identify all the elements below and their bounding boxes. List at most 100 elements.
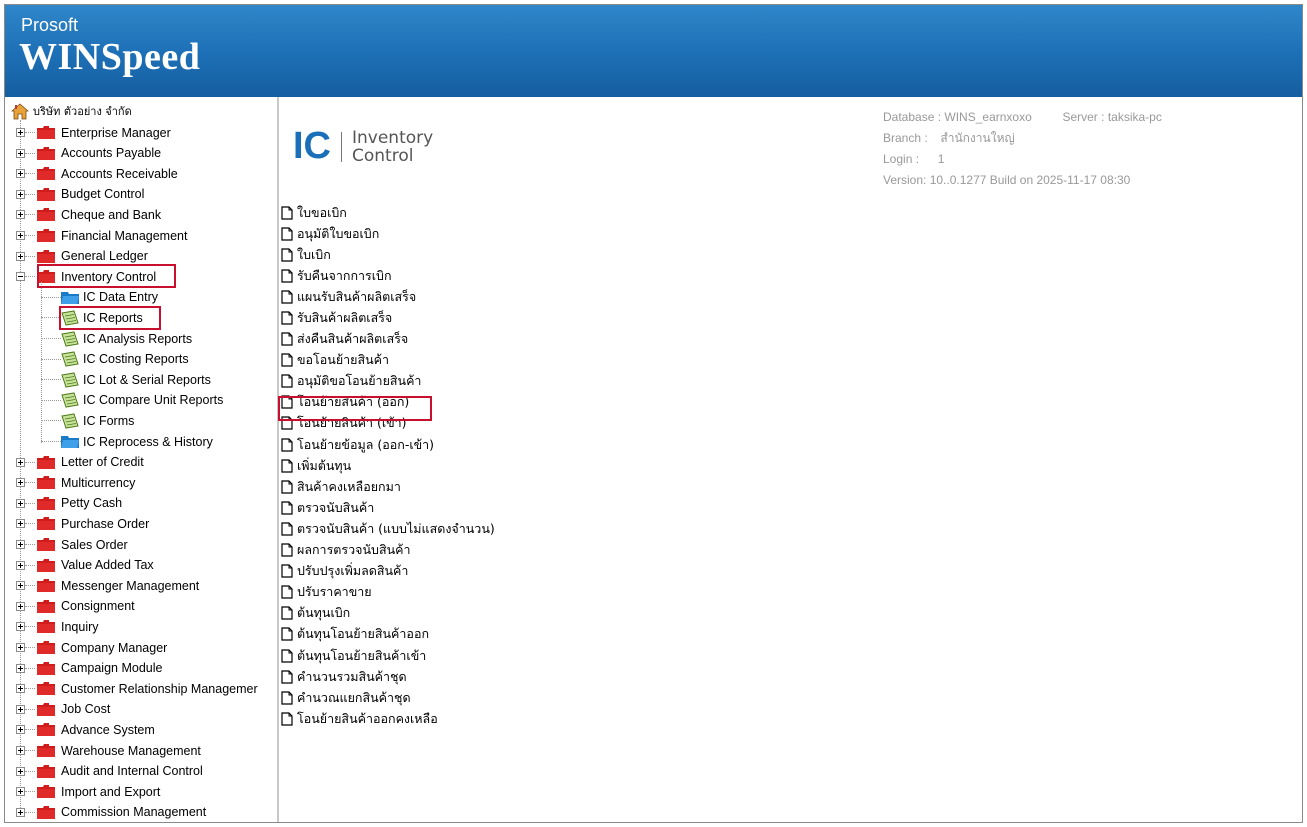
tree-item-sales-order[interactable]: Sales Order xyxy=(16,535,128,554)
collapse-icon[interactable] xyxy=(16,272,25,282)
folder-icon xyxy=(37,579,55,593)
expand-icon[interactable] xyxy=(16,643,25,652)
tree-item-ic-lot-and-serial-reports[interactable]: IC Lot & Serial Reports xyxy=(41,370,211,389)
database-row: Database : WINS_earnxoxo Server : taksik… xyxy=(883,107,1162,128)
expand-icon[interactable] xyxy=(16,684,25,694)
tree-item-label: Petty Cash xyxy=(61,496,123,511)
expand-icon[interactable] xyxy=(16,169,25,179)
tree-item-ic-costing-reports[interactable]: IC Costing Reports xyxy=(41,350,189,369)
document-item[interactable]: ปรับปรุงเพิ่มลดสินค้า xyxy=(281,561,495,582)
document-item[interactable]: รับสินค้าผลิตเสร็จ xyxy=(281,307,495,328)
expand-icon[interactable] xyxy=(16,704,25,714)
tree-item-label: Sales Order xyxy=(61,537,128,552)
document-item[interactable]: ตรวจนับสินค้า (แบบไม่แสดงจำนวน) xyxy=(281,518,495,539)
tree-item-petty-cash[interactable]: Petty Cash xyxy=(16,494,122,513)
expand-icon[interactable] xyxy=(16,766,25,776)
folder-icon xyxy=(37,723,55,737)
tree-item-job-cost[interactable]: Job Cost xyxy=(16,700,110,719)
document-item[interactable]: คำนวนรวมสินค้าชุด xyxy=(281,666,495,687)
tree-item-advance-system[interactable]: Advance System xyxy=(16,720,155,739)
expand-icon[interactable] xyxy=(16,148,25,158)
document-item[interactable]: ผลการตรวจนับสินค้า xyxy=(281,540,495,561)
expand-icon[interactable] xyxy=(16,519,25,529)
tree-item-value-added-tax[interactable]: Value Added Tax xyxy=(16,556,154,575)
tree-item-inquiry[interactable]: Inquiry xyxy=(16,617,99,636)
tree-item-campaign-module[interactable]: Campaign Module xyxy=(16,659,162,678)
tree-item-warehouse-management[interactable]: Warehouse Management xyxy=(16,741,201,760)
tree-item-accounts-payable[interactable]: Accounts Payable xyxy=(16,144,161,163)
navigation-tree[interactable]: บริษัท ตัวอย่าง จำกัด Enterprise Manager… xyxy=(5,97,279,822)
tree-item-label: Consignment xyxy=(61,599,135,614)
document-label: ต้นทุนเบิก xyxy=(297,605,351,621)
document-item[interactable]: คำนวณแยกสินค้าชุด xyxy=(281,687,495,708)
expand-icon[interactable] xyxy=(16,725,25,735)
document-item[interactable]: แผนรับสินค้าผลิตเสร็จ xyxy=(281,286,495,307)
expand-icon[interactable] xyxy=(16,231,25,240)
tree-item-enterprise-manager[interactable]: Enterprise Manager xyxy=(16,123,171,142)
tree-item-audit-and-internal-control[interactable]: Audit and Internal Control xyxy=(16,762,203,781)
tree-item-multicurrency[interactable]: Multicurrency xyxy=(16,473,135,492)
expand-icon[interactable] xyxy=(16,189,25,199)
document-item[interactable]: ขอโอนย้ายสินค้า xyxy=(281,350,495,371)
tree-item-purchase-order[interactable]: Purchase Order xyxy=(16,514,149,533)
document-item[interactable]: ส่งคืนสินค้าผลิตเสร็จ xyxy=(281,329,495,350)
tree-item-ic-analysis-reports[interactable]: IC Analysis Reports xyxy=(41,329,192,348)
expand-icon[interactable] xyxy=(16,560,25,570)
document-label: ขอโอนย้ายสินค้า xyxy=(297,352,390,368)
tree-item-general-ledger[interactable]: General Ledger xyxy=(16,247,148,266)
expand-icon[interactable] xyxy=(16,807,25,817)
login-label: Login : xyxy=(883,152,920,166)
expand-icon[interactable] xyxy=(16,787,25,797)
expand-icon[interactable] xyxy=(16,251,25,261)
document-item[interactable]: อนุมัติใบขอเบิก xyxy=(281,223,495,244)
expand-icon[interactable] xyxy=(16,478,25,488)
tree-item-ic-reprocess-and-history[interactable]: IC Reprocess & History xyxy=(41,432,213,451)
expand-icon[interactable] xyxy=(16,210,25,220)
document-item[interactable]: ต้นทุนโอนย้ายสินค้าเข้า xyxy=(281,645,495,666)
tree-item-ic-compare-unit-reports[interactable]: IC Compare Unit Reports xyxy=(41,391,223,410)
tree-item-label: Letter of Credit xyxy=(61,455,144,470)
tree-item-budget-control[interactable]: Budget Control xyxy=(16,185,144,204)
document-item[interactable]: โอนย้ายสินค้าออกคงเหลือ xyxy=(281,708,495,729)
expand-icon[interactable] xyxy=(16,622,25,632)
branch-row: Branch : สำนักงานใหญ่ xyxy=(883,128,1162,149)
document-item[interactable]: รับคืนจากการเบิก xyxy=(281,265,495,286)
expand-icon[interactable] xyxy=(16,540,25,549)
tree-item-label: Import and Export xyxy=(61,784,161,799)
document-item[interactable]: ใบเบิก xyxy=(281,244,495,265)
expand-icon[interactable] xyxy=(16,581,25,591)
tree-item-company-manager[interactable]: Company Manager xyxy=(16,638,167,657)
document-item[interactable]: เพิ่มต้นทุน xyxy=(281,455,495,476)
tree-item-consignment[interactable]: Consignment xyxy=(16,597,135,616)
expand-icon[interactable] xyxy=(16,457,25,467)
tree-root-company[interactable]: บริษัท ตัวอย่าง จำกัด xyxy=(11,102,132,120)
document-item[interactable]: ต้นทุนเบิก xyxy=(281,603,495,624)
tree-item-financial-management[interactable]: Financial Management xyxy=(16,226,187,245)
folder-icon xyxy=(37,538,55,551)
tree-connector xyxy=(25,152,35,154)
document-item[interactable]: ต้นทุนโอนย้ายสินค้าออก xyxy=(281,624,495,645)
tree-item-commission-management[interactable]: Commission Management xyxy=(16,803,206,822)
expand-icon[interactable] xyxy=(16,746,25,755)
document-item[interactable]: สินค้าคงเหลือยกมา xyxy=(281,476,495,497)
tree-child-guide-line xyxy=(41,281,42,443)
tree-item-ic-forms[interactable]: IC Forms xyxy=(41,411,134,430)
document-label: รับสินค้าผลิตเสร็จ xyxy=(297,310,393,326)
tree-item-ic-data-entry[interactable]: IC Data Entry xyxy=(41,288,158,307)
tree-item-accounts-receivable[interactable]: Accounts Receivable xyxy=(16,164,178,183)
tree-item-import-and-export[interactable]: Import and Export xyxy=(16,782,160,801)
expand-icon[interactable] xyxy=(16,663,25,673)
tree-item-customer-relationship-managemer[interactable]: Customer Relationship Managemer xyxy=(16,679,258,698)
document-item[interactable]: ปรับราคาขาย xyxy=(281,582,495,603)
tree-item-messenger-management[interactable]: Messenger Management xyxy=(16,576,199,595)
module-logo: IC Inventory Control xyxy=(293,125,433,168)
document-item[interactable]: ตรวจนับสินค้า xyxy=(281,497,495,518)
expand-icon[interactable] xyxy=(16,128,25,137)
expand-icon[interactable] xyxy=(16,601,25,611)
tree-item-letter-of-credit[interactable]: Letter of Credit xyxy=(16,453,144,472)
document-item[interactable]: โอนย้ายข้อมูล (ออก-เข้า) xyxy=(281,434,495,455)
document-item[interactable]: ใบขอเบิก xyxy=(281,202,495,223)
tree-item-cheque-and-bank[interactable]: Cheque and Bank xyxy=(16,205,161,224)
document-item[interactable]: อนุมัติขอโอนย้ายสินค้า xyxy=(281,371,495,392)
expand-icon[interactable] xyxy=(16,498,25,508)
